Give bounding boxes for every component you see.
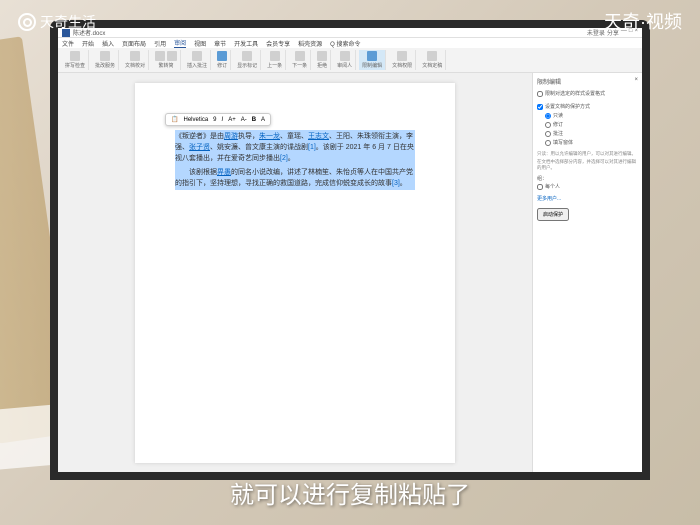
ribbon-prev[interactable]: 上一条	[264, 50, 286, 70]
link-director[interactable]: 周游	[224, 133, 238, 140]
readonly-radio[interactable]	[545, 113, 551, 119]
selected-paragraph-2[interactable]: 该剧根据畀愚的同名小说改编，讲述了林楠笙、朱怡贞等人在中国共产党的指引下，坚持理…	[175, 166, 415, 190]
link-actor1[interactable]: 朱一龙	[259, 133, 280, 140]
ribbon-reject[interactable]: 拒绝	[314, 50, 331, 70]
document-area[interactable]: 📋 Helvetica 9 I A+ A- B A 《叛逆者》是由周游执导，朱一…	[58, 73, 532, 472]
link-author[interactable]: 畀愚	[217, 169, 231, 176]
video-subtitle: 就可以进行复制粘贴了	[230, 475, 470, 510]
brand-top-left: 天奇生活	[18, 12, 96, 32]
group-label: 组：	[537, 175, 638, 182]
mini-font-decrease[interactable]: A-	[240, 117, 248, 123]
start-protection-button[interactable]: 启动保护	[537, 208, 569, 221]
everyone-checkbox[interactable]	[537, 184, 543, 190]
mini-copy-icon[interactable]: 📋	[170, 116, 179, 123]
ribbon-next[interactable]: 下一条	[289, 50, 311, 70]
login-status[interactable]: 未登录	[587, 28, 605, 37]
brand-top-right: 天奇·视频	[604, 8, 682, 34]
ribbon-comment[interactable]: 插入批注	[184, 50, 211, 70]
menu-start[interactable]: 开始	[82, 39, 94, 48]
ribbon-spellcheck[interactable]: 拼写检查	[62, 50, 89, 70]
limit-styles-checkbox[interactable]	[537, 91, 543, 97]
menu-layout[interactable]: 页面布局	[122, 39, 146, 48]
link-actor2[interactable]: 王志文	[308, 133, 329, 140]
ribbon: 拼写检查 批改服务 文档校对 繁转简 插入批注 修订 显示标记 上一条 下一条 …	[58, 48, 642, 73]
link-actor3[interactable]: 张子贤	[189, 144, 210, 151]
menu-tools[interactable]: 开发工具	[234, 39, 258, 48]
ribbon-proofing[interactable]: 文档校对	[122, 50, 149, 70]
ribbon-convert[interactable]: 繁转简	[152, 50, 181, 70]
laptop-frame: 陈述者.docx 未登录 分享 — □ × 文件 开始 插入 页面布局 引用 审…	[50, 20, 650, 480]
menu-paper[interactable]: 稻壳资源	[298, 39, 322, 48]
workspace: 📋 Helvetica 9 I A+ A- B A 《叛逆者》是由周游执导，朱一…	[58, 73, 642, 472]
brand-logo-icon	[18, 13, 36, 31]
mini-toolbar: 📋 Helvetica 9 I A+ A- B A	[165, 113, 271, 126]
ribbon-track[interactable]: 修订	[214, 50, 231, 70]
panel-note1: 只读：用以允许编辑的用户，可以对其进行编辑。	[537, 151, 638, 157]
menu-bar: 文件 开始 插入 页面布局 引用 审阅 视图 章节 开发工具 会员专享 稻壳资源…	[58, 38, 642, 48]
more-users-link[interactable]: 更多用户...	[537, 195, 638, 202]
menu-review[interactable]: 审阅	[174, 38, 186, 48]
window-titlebar: 陈述者.docx 未登录 分享 — □ ×	[58, 28, 642, 38]
panel-close-icon[interactable]: ×	[634, 77, 638, 86]
menu-ref[interactable]: 引用	[154, 39, 166, 48]
ribbon-restrict-edit[interactable]: 限制编辑	[359, 50, 386, 70]
menu-view[interactable]: 视图	[194, 39, 206, 48]
comment-radio[interactable]	[545, 131, 551, 137]
mini-size[interactable]: 9	[212, 117, 217, 123]
ribbon-reviewer[interactable]: 审阅人	[334, 50, 356, 70]
mini-italic[interactable]: I	[221, 117, 225, 123]
mini-font-increase[interactable]: A+	[227, 117, 237, 123]
menu-search[interactable]: Q 搜索命令	[330, 39, 360, 48]
menu-addon[interactable]: 会员专享	[266, 39, 290, 48]
ribbon-permission[interactable]: 文档权限	[389, 50, 416, 70]
ribbon-finalize[interactable]: 文档定稿	[419, 50, 446, 70]
track-radio[interactable]	[545, 122, 551, 128]
mini-font[interactable]: Helvetica	[182, 117, 209, 123]
menu-chapter[interactable]: 章节	[214, 39, 226, 48]
form-radio[interactable]	[545, 140, 551, 146]
mini-bold[interactable]: B	[251, 117, 257, 123]
menu-insert[interactable]: 插入	[102, 39, 114, 48]
panel-title: 限制编辑	[537, 77, 561, 86]
screen: 陈述者.docx 未登录 分享 — □ × 文件 开始 插入 页面布局 引用 审…	[58, 28, 642, 472]
panel-note2: 在文档中选择部分内容，并选择可以对其进行编辑的用户。	[537, 159, 638, 171]
mini-color[interactable]: A	[260, 117, 266, 123]
menu-file[interactable]: 文件	[62, 39, 74, 48]
page: 📋 Helvetica 9 I A+ A- B A 《叛逆者》是由周游执导，朱一…	[135, 83, 455, 463]
ribbon-showmarks[interactable]: 显示标记	[234, 50, 261, 70]
restrict-edit-panel: 限制编辑× 限制对选定的样式设置格式 设置文档的保护方式 只读 修订 批注 填写…	[532, 73, 642, 472]
protect-mode-checkbox[interactable]	[537, 104, 543, 110]
selected-paragraph-1[interactable]: 《叛逆者》是由周游执导，朱一龙、童瑶、王志文、王阳、朱珠领衔主演，李强、张子贤、…	[175, 130, 415, 166]
brand-tl-text: 天奇生活	[40, 12, 96, 32]
ribbon-correction[interactable]: 批改服务	[92, 50, 119, 70]
